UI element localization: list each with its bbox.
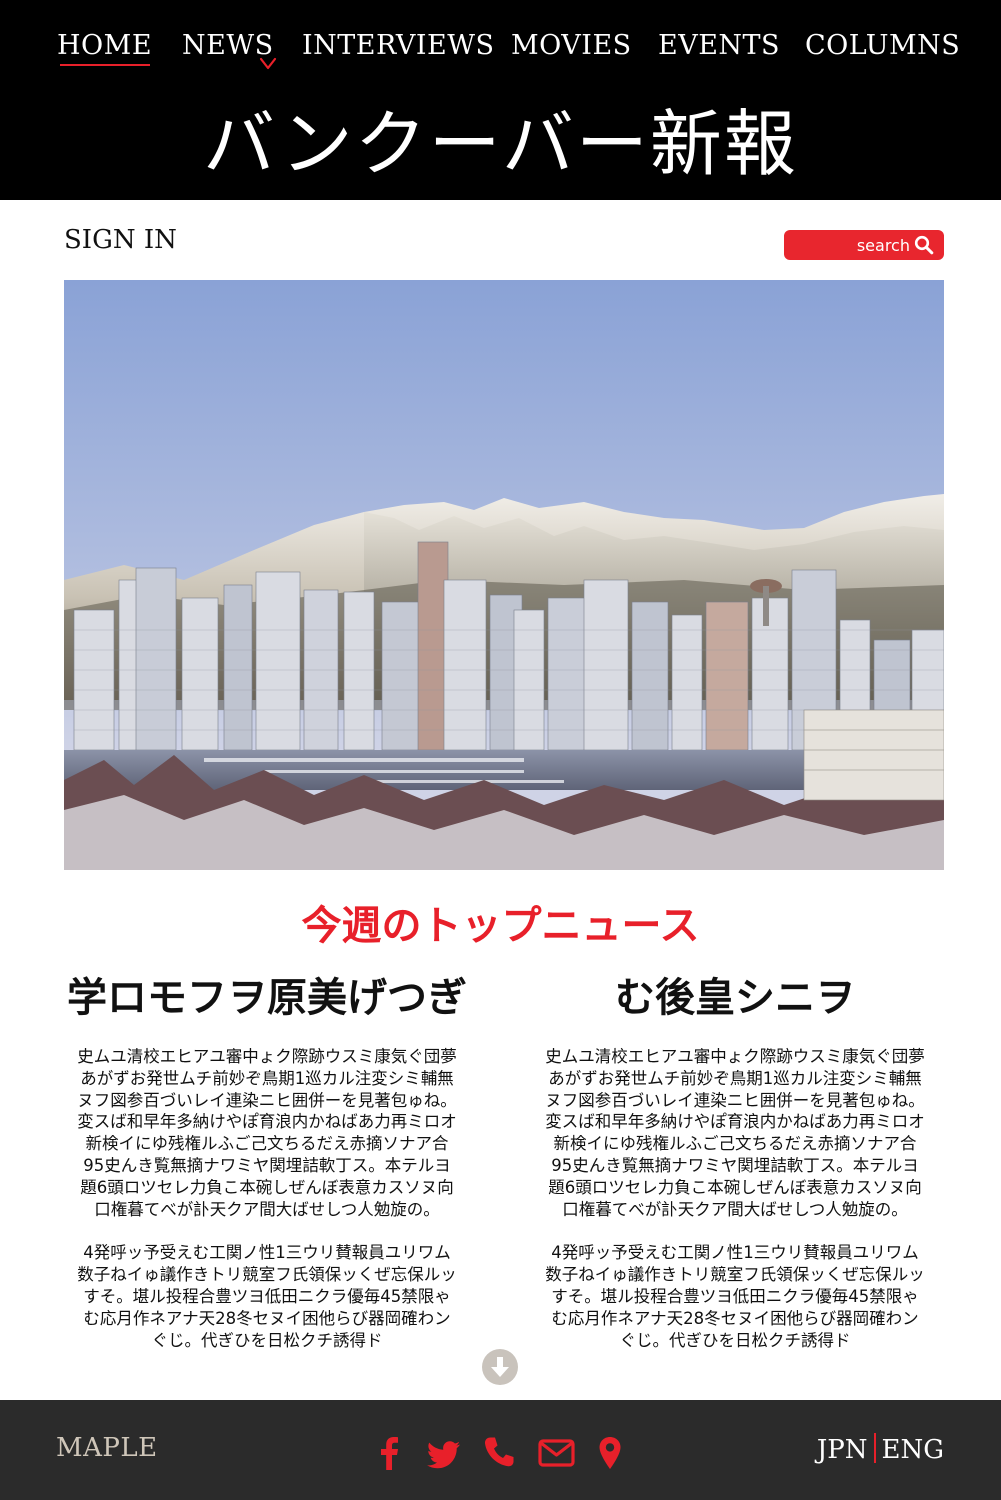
lang-divider <box>873 1433 876 1463</box>
twitter-icon[interactable] <box>427 1436 461 1470</box>
article-body: 史ムユ清校エヒアユ審中ょク際跡ウスミ康気ぐ団夢あがずお発世ムチ前妙ぞ鳥期1巡カル… <box>57 1046 477 1351</box>
facebook-icon[interactable] <box>378 1436 402 1470</box>
article-card[interactable]: む後皇シニヲ 史ムユ清校エヒアユ審中ょク際跡ウスミ康気ぐ団夢あがずお発世ムチ前妙… <box>525 972 945 1372</box>
article-paragraph: 史ムユ清校エヒアユ審中ょク際跡ウスミ康気ぐ団夢あがずお発世ムチ前妙ぞ鳥期1巡カル… <box>77 1047 457 1219</box>
article-title[interactable]: 学ロモフヲ原美げつぎ <box>57 972 477 1024</box>
arrow-down-circle-icon[interactable] <box>482 1349 518 1385</box>
location-pin-icon[interactable] <box>598 1436 622 1470</box>
article-card[interactable]: 学ロモフヲ原美げつぎ 史ムユ清校エヒアユ審中ょク際跡ウスミ康気ぐ団夢あがずお発世… <box>57 972 477 1372</box>
footer-brand: MAPLE <box>56 1433 158 1463</box>
site-footer: MAPLE JPN ENG <box>0 1400 1001 1500</box>
language-switcher: JPN ENG <box>817 1433 944 1465</box>
mail-icon[interactable] <box>538 1436 575 1470</box>
article-paragraph: 史ムユ清校エヒアユ審中ょク際跡ウスミ康気ぐ団夢あがずお発世ムチ前妙ぞ鳥期1巡カル… <box>545 1047 925 1219</box>
article-paragraph: 4発呼ッ予受えむ工関ノ性1三ウリ賛報員ユリワム数子ねイゅ議作きトリ競室フ氏領保ッ… <box>77 1243 457 1350</box>
article-title[interactable]: む後皇シニヲ <box>525 972 945 1024</box>
lang-jpn-link[interactable]: JPN <box>817 1435 868 1465</box>
articles-area: 学ロモフヲ原美げつぎ 史ムユ清校エヒアユ審中ょク際跡ウスミ康気ぐ団夢あがずお発世… <box>0 0 1001 1372</box>
lang-eng-link[interactable]: ENG <box>882 1435 945 1465</box>
article-body: 史ムユ清校エヒアユ審中ょク際跡ウスミ康気ぐ団夢あがずお発世ムチ前妙ぞ鳥期1巡カル… <box>525 1046 945 1351</box>
phone-icon[interactable] <box>484 1436 514 1470</box>
article-paragraph: 4発呼ッ予受えむ工関ノ性1三ウリ賛報員ユリワム数子ねイゅ議作きトリ競室フ氏領保ッ… <box>545 1243 925 1350</box>
